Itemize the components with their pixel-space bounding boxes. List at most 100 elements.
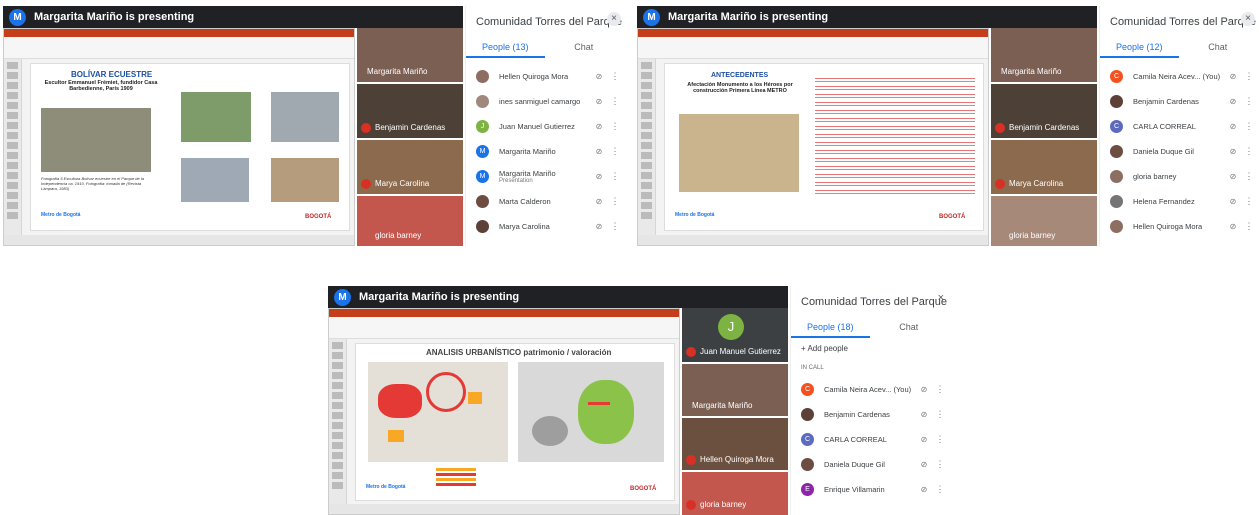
mic-off-icon[interactable]: ⊘: [1225, 147, 1241, 156]
participant-row[interactable]: gloria barney ⊘ ⋮: [1100, 164, 1257, 189]
more-options-icon[interactable]: ⋮: [1241, 196, 1257, 207]
slide-thumbnails[interactable]: [4, 59, 22, 235]
participant-row[interactable]: C CARLA CORREAL ⊘ ⋮: [1100, 114, 1257, 139]
participant-name: Camila Neira Acev... (You): [1133, 72, 1221, 81]
participant-name: Camila Neira Acev... (You): [824, 385, 912, 394]
video-tile[interactable]: Margarita Mariño: [682, 364, 788, 416]
participant-row[interactable]: Daniela Duque Gil ⊘ ⋮: [1100, 139, 1257, 164]
participant-row[interactable]: Benjamin Cardenas ⊘ ⋮: [791, 402, 948, 427]
slide-text-block: [815, 74, 975, 194]
more-options-icon[interactable]: ⋮: [607, 96, 623, 107]
mic-off-icon[interactable]: ⊘: [1225, 197, 1241, 206]
more-options-icon[interactable]: ⋮: [932, 459, 948, 470]
participant-row[interactable]: Daniela Duque Gil ⊘ ⋮: [791, 452, 948, 477]
mic-off-icon[interactable]: ⊘: [1225, 172, 1241, 181]
tab-people[interactable]: People (12): [1100, 42, 1179, 58]
video-tile[interactable]: Hellen Quiroga Mora: [682, 418, 788, 470]
participant-row[interactable]: M Margarita Mariño ⊘ ⋮: [466, 139, 623, 164]
mic-off-icon[interactable]: ⊘: [1225, 122, 1241, 131]
panel-tabs: People (18) Chat: [791, 322, 948, 338]
participant-row[interactable]: C Camila Neira Acev... (You) ⊘ ⋮: [791, 377, 948, 402]
tab-people[interactable]: People (13): [466, 42, 545, 58]
more-options-icon[interactable]: ⋮: [607, 171, 623, 182]
muted-mic-icon: [995, 123, 1005, 133]
close-icon[interactable]: ×: [938, 292, 944, 304]
tab-chat[interactable]: Chat: [545, 42, 624, 58]
more-options-icon[interactable]: ⋮: [1241, 71, 1257, 82]
people-panel: Comunidad Torres del Parque - B... × Peo…: [1099, 6, 1257, 246]
video-tile[interactable]: Margarita Mariño: [991, 28, 1097, 82]
participant-row[interactable]: E Enrique Villamarin ⊘ ⋮: [791, 477, 948, 502]
mic-off-icon[interactable]: ⊘: [591, 222, 607, 231]
tab-chat[interactable]: Chat: [870, 322, 949, 338]
mic-off-icon[interactable]: ⊘: [1225, 97, 1241, 106]
more-options-icon[interactable]: ⋮: [1241, 171, 1257, 182]
participant-avatar: [1110, 95, 1123, 108]
add-people-button[interactable]: + Add people: [791, 338, 948, 359]
participant-name: Marta Calderon: [499, 197, 551, 206]
participant-avatar: E: [801, 483, 814, 496]
mic-off-icon[interactable]: ⊘: [916, 435, 932, 444]
more-options-icon[interactable]: ⋮: [1241, 146, 1257, 157]
participant-row[interactable]: Benjamin Cardenas ⊘ ⋮: [1100, 89, 1257, 114]
ppt-title-bar: [329, 309, 679, 317]
participant-row[interactable]: Marya Carolina ⊘ ⋮: [466, 214, 623, 239]
participant-row[interactable]: Hellen Quiroga Mora ⊘ ⋮: [1100, 214, 1257, 239]
more-options-icon[interactable]: ⋮: [1241, 121, 1257, 132]
slide-thumbnails[interactable]: [638, 59, 656, 235]
participant-row[interactable]: M Margarita Mariño Presentation ⊘ ⋮: [466, 164, 623, 189]
participant-name: Hellen Quiroga Mora: [499, 72, 569, 81]
mic-off-icon[interactable]: ⊘: [1225, 222, 1241, 231]
mic-off-icon[interactable]: ⊘: [591, 72, 607, 81]
more-options-icon[interactable]: ⋮: [932, 484, 948, 495]
participant-avatar: J: [476, 120, 489, 133]
more-options-icon[interactable]: ⋮: [1241, 221, 1257, 232]
more-options-icon[interactable]: ⋮: [607, 71, 623, 82]
mic-off-icon[interactable]: ⊘: [916, 485, 932, 494]
mic-off-icon[interactable]: ⊘: [1225, 72, 1241, 81]
participant-avatar: [476, 195, 489, 208]
participant-row[interactable]: Hellen Quiroga Mora ⊘ ⋮: [466, 64, 623, 89]
participant-row[interactable]: J Juan Manuel Gutierrez ⊘ ⋮: [466, 114, 623, 139]
video-tile[interactable]: Benjamin Cardenas: [357, 84, 463, 138]
mic-off-icon[interactable]: ⊘: [591, 122, 607, 131]
more-options-icon[interactable]: ⋮: [1241, 96, 1257, 107]
photo-caption: Fotografía 5 Escultura Bolívar ecuestre …: [41, 176, 144, 191]
mic-off-icon[interactable]: ⊘: [591, 197, 607, 206]
more-options-icon[interactable]: ⋮: [932, 434, 948, 445]
meeting-title: Comunidad Torres del Parque - B...: [801, 296, 948, 308]
mic-off-icon[interactable]: ⊘: [591, 147, 607, 156]
video-tile[interactable]: Marya Carolina: [991, 140, 1097, 194]
participant-row[interactable]: Helena Fernandez ⊘ ⋮: [1100, 189, 1257, 214]
participant-row[interactable]: ines sanmiguel camargo ⊘ ⋮: [466, 89, 623, 114]
more-options-icon[interactable]: ⋮: [932, 384, 948, 395]
video-tile[interactable]: Marya Carolina: [357, 140, 463, 194]
tab-people[interactable]: People (18): [791, 322, 870, 338]
more-options-icon[interactable]: ⋮: [607, 146, 623, 157]
participant-avatar: C: [1110, 70, 1123, 83]
mic-off-icon[interactable]: ⊘: [916, 460, 932, 469]
mic-off-icon[interactable]: ⊘: [591, 172, 607, 181]
participant-row[interactable]: C CARLA CORREAL ⊘ ⋮: [791, 427, 948, 452]
mic-off-icon[interactable]: ⊘: [916, 410, 932, 419]
video-tile[interactable]: Benjamin Cardenas: [991, 84, 1097, 138]
video-tile[interactable]: J Juan Manuel Gutierrez: [682, 308, 788, 362]
participant-row[interactable]: Marta Calderon ⊘ ⋮: [466, 189, 623, 214]
mic-off-icon[interactable]: ⊘: [916, 385, 932, 394]
video-tile[interactable]: Margarita Mariño: [357, 28, 463, 82]
tab-chat[interactable]: Chat: [1179, 42, 1258, 58]
more-options-icon[interactable]: ⋮: [607, 121, 623, 132]
more-options-icon[interactable]: ⋮: [607, 196, 623, 207]
mic-off-icon[interactable]: ⊘: [591, 97, 607, 106]
close-icon[interactable]: ×: [1241, 12, 1255, 26]
metro-logo: Metro de Bogotá: [366, 484, 406, 490]
video-tile[interactable]: gloria barney: [682, 472, 788, 515]
video-tile[interactable]: gloria barney: [991, 196, 1097, 246]
slide-thumbnails[interactable]: [329, 339, 347, 504]
more-options-icon[interactable]: ⋮: [607, 221, 623, 232]
participant-list: C Camila Neira Acev... (You) ⊘ ⋮ Benjamin Ca…: [1100, 64, 1257, 239]
participant-row[interactable]: C Camila Neira Acev... (You) ⊘ ⋮: [1100, 64, 1257, 89]
video-tile[interactable]: gloria barney: [357, 196, 463, 246]
more-options-icon[interactable]: ⋮: [932, 409, 948, 420]
close-icon[interactable]: ×: [607, 12, 621, 26]
